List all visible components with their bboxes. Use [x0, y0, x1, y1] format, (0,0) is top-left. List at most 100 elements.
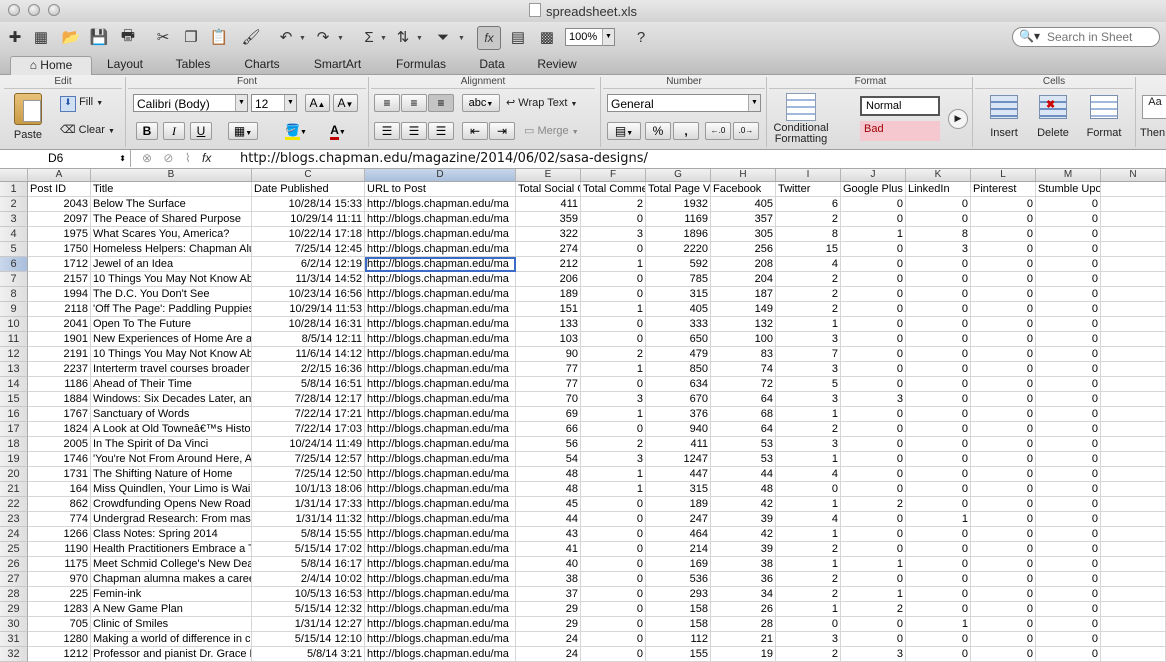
cell[interactable]: 2 — [581, 347, 646, 362]
cell[interactable]: The Shifting Nature of Home — [91, 467, 252, 482]
column-header-i[interactable]: I — [776, 169, 841, 181]
cell[interactable]: 10/29/14 11:53 — [252, 302, 365, 317]
align-middle-button[interactable]: ≡ — [401, 94, 427, 112]
row-header[interactable]: 29 — [0, 602, 28, 617]
row-header[interactable]: 18 — [0, 437, 28, 452]
cell[interactable]: 0 — [1036, 632, 1101, 647]
cell[interactable]: 1901 — [28, 332, 91, 347]
cell[interactable]: 189 — [646, 497, 711, 512]
cell[interactable]: 24 — [516, 647, 581, 662]
cell[interactable]: 77 — [516, 362, 581, 377]
cell[interactable]: 0 — [1036, 437, 1101, 452]
cell[interactable]: 10/5/13 16:53 — [252, 587, 365, 602]
accounting-format-button[interactable]: ▤▼ — [607, 122, 641, 140]
sort-icon[interactable]: ⇅ — [392, 26, 414, 48]
cell[interactable] — [1101, 602, 1166, 617]
cell[interactable]: 10/28/14 15:33 — [252, 197, 365, 212]
cell[interactable]: http://blogs.chapman.edu/ma — [365, 287, 516, 302]
cell[interactable]: 0 — [906, 407, 971, 422]
cell[interactable]: 1/31/14 12:27 — [252, 617, 365, 632]
cell[interactable]: 0 — [906, 632, 971, 647]
name-box[interactable]: D6 ⬍ — [0, 150, 131, 167]
copy-icon[interactable]: ❐ — [180, 26, 202, 48]
cell[interactable]: 'Off The Page': Paddling Puppies — [91, 302, 252, 317]
cell[interactable]: 650 — [646, 332, 711, 347]
cell[interactable]: 0 — [581, 557, 646, 572]
align-center-button[interactable]: ☰ — [401, 122, 427, 140]
cell[interactable]: 2 — [841, 602, 906, 617]
cell[interactable]: 0 — [841, 572, 906, 587]
cell[interactable]: 5/15/14 12:10 — [252, 632, 365, 647]
cell[interactable]: 0 — [906, 347, 971, 362]
cell[interactable]: 44 — [516, 512, 581, 527]
cell[interactable]: 53 — [711, 437, 776, 452]
cell[interactable]: 42 — [711, 527, 776, 542]
cell[interactable]: 3 — [581, 392, 646, 407]
cell[interactable]: 0 — [581, 287, 646, 302]
cell[interactable]: 158 — [646, 602, 711, 617]
cell[interactable] — [1101, 512, 1166, 527]
row-header[interactable]: 2 — [0, 197, 28, 212]
format-painter-icon[interactable]: 🖌 — [240, 26, 262, 48]
new-document-icon[interactable]: ✚ — [4, 26, 26, 48]
column-header-h[interactable]: H — [711, 169, 776, 181]
cell[interactable]: http://blogs.chapman.edu/ma — [365, 497, 516, 512]
cell[interactable]: 6/2/14 12:19 — [252, 257, 365, 272]
cell[interactable]: 0 — [1036, 587, 1101, 602]
row-header[interactable]: 1 — [0, 182, 28, 197]
cell[interactable]: A New Game Plan — [91, 602, 252, 617]
cell[interactable]: 1/31/14 17:33 — [252, 497, 365, 512]
cell[interactable]: 0 — [841, 632, 906, 647]
cell[interactable]: 0 — [971, 422, 1036, 437]
row-header[interactable]: 4 — [0, 227, 28, 242]
cell[interactable]: 0 — [971, 527, 1036, 542]
cell[interactable]: 0 — [971, 227, 1036, 242]
column-header-m[interactable]: M — [1036, 169, 1101, 181]
row-header[interactable]: 25 — [0, 542, 28, 557]
cell[interactable]: 0 — [906, 572, 971, 587]
row-header[interactable]: 3 — [0, 212, 28, 227]
clear-button[interactable]: ⌫ Clear ▼ — [60, 123, 115, 136]
cell[interactable]: 48 — [711, 482, 776, 497]
cell[interactable]: 1 — [776, 452, 841, 467]
cell[interactable]: 0 — [841, 407, 906, 422]
cell[interactable]: 0 — [841, 242, 906, 257]
cell[interactable]: 1750 — [28, 242, 91, 257]
cell[interactable]: Undergrad Research: From mass — [91, 512, 252, 527]
cell[interactable]: 4 — [776, 512, 841, 527]
media-browser-icon[interactable]: ▩ — [536, 26, 558, 48]
cell[interactable] — [1101, 482, 1166, 497]
fill-color-button[interactable]: 🪣▼ — [278, 122, 314, 140]
cell[interactable]: 247 — [646, 512, 711, 527]
cell[interactable]: http://blogs.chapman.edu/ma — [365, 512, 516, 527]
column-title-cell[interactable]: Post ID — [28, 182, 91, 197]
cell[interactable]: 1 — [776, 407, 841, 422]
cell[interactable] — [1101, 542, 1166, 557]
cell[interactable]: 2005 — [28, 437, 91, 452]
decrease-indent-button[interactable]: ⇤ — [462, 122, 488, 140]
cell[interactable]: 0 — [906, 362, 971, 377]
merge-button[interactable]: ▭ Merge ▼ — [524, 124, 579, 137]
cell[interactable]: 405 — [711, 197, 776, 212]
tab-formulas[interactable]: Formulas — [385, 56, 457, 74]
cell[interactable] — [1101, 272, 1166, 287]
cell[interactable]: 4 — [776, 257, 841, 272]
cell[interactable]: 0 — [841, 347, 906, 362]
row-header[interactable]: 23 — [0, 512, 28, 527]
cell[interactable]: 315 — [646, 287, 711, 302]
cell[interactable]: 0 — [1036, 287, 1101, 302]
themes-button[interactable]: Aa Then — [1140, 95, 1166, 139]
cell[interactable]: 970 — [28, 572, 91, 587]
cell[interactable]: 1731 — [28, 467, 91, 482]
cell[interactable]: 6 — [776, 197, 841, 212]
cell[interactable]: http://blogs.chapman.edu/ma — [365, 212, 516, 227]
cell[interactable]: 0 — [971, 257, 1036, 272]
cell[interactable]: 1 — [581, 407, 646, 422]
cell[interactable]: 5/15/14 12:32 — [252, 602, 365, 617]
cell[interactable]: 66 — [516, 422, 581, 437]
style-normal[interactable]: Normal — [860, 96, 940, 116]
cell[interactable] — [1101, 527, 1166, 542]
column-title-cell[interactable]: URL to Post — [365, 182, 516, 197]
percent-button[interactable]: % — [645, 122, 671, 140]
tab-home[interactable]: ⌂ Home — [10, 56, 92, 75]
